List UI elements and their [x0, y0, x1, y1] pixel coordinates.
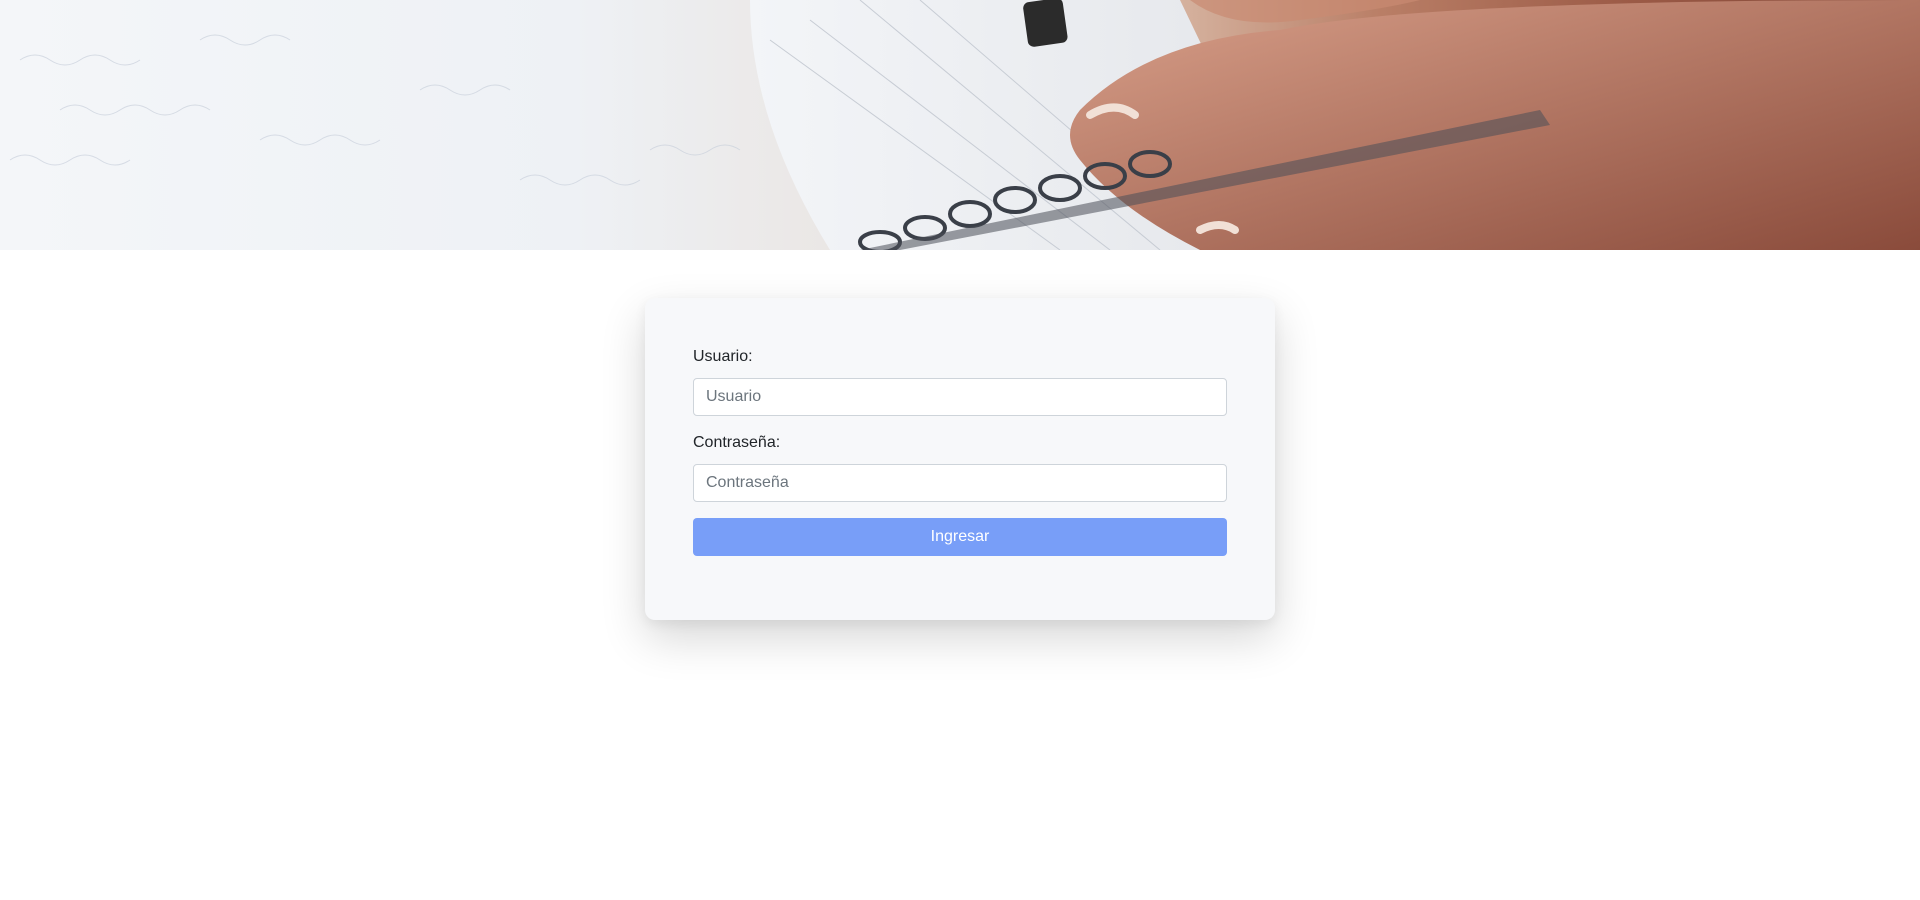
password-input[interactable] [693, 464, 1227, 502]
password-label: Contraseña: [693, 434, 781, 451]
notebook-hands-illustration [9, 0, 1920, 250]
login-card: Usuario: Contraseña: Ingresar [645, 298, 1275, 620]
username-label: Usuario: [693, 348, 753, 365]
hero-banner-image [0, 0, 1920, 250]
username-input[interactable] [693, 378, 1227, 416]
login-submit-button[interactable]: Ingresar [693, 518, 1227, 556]
